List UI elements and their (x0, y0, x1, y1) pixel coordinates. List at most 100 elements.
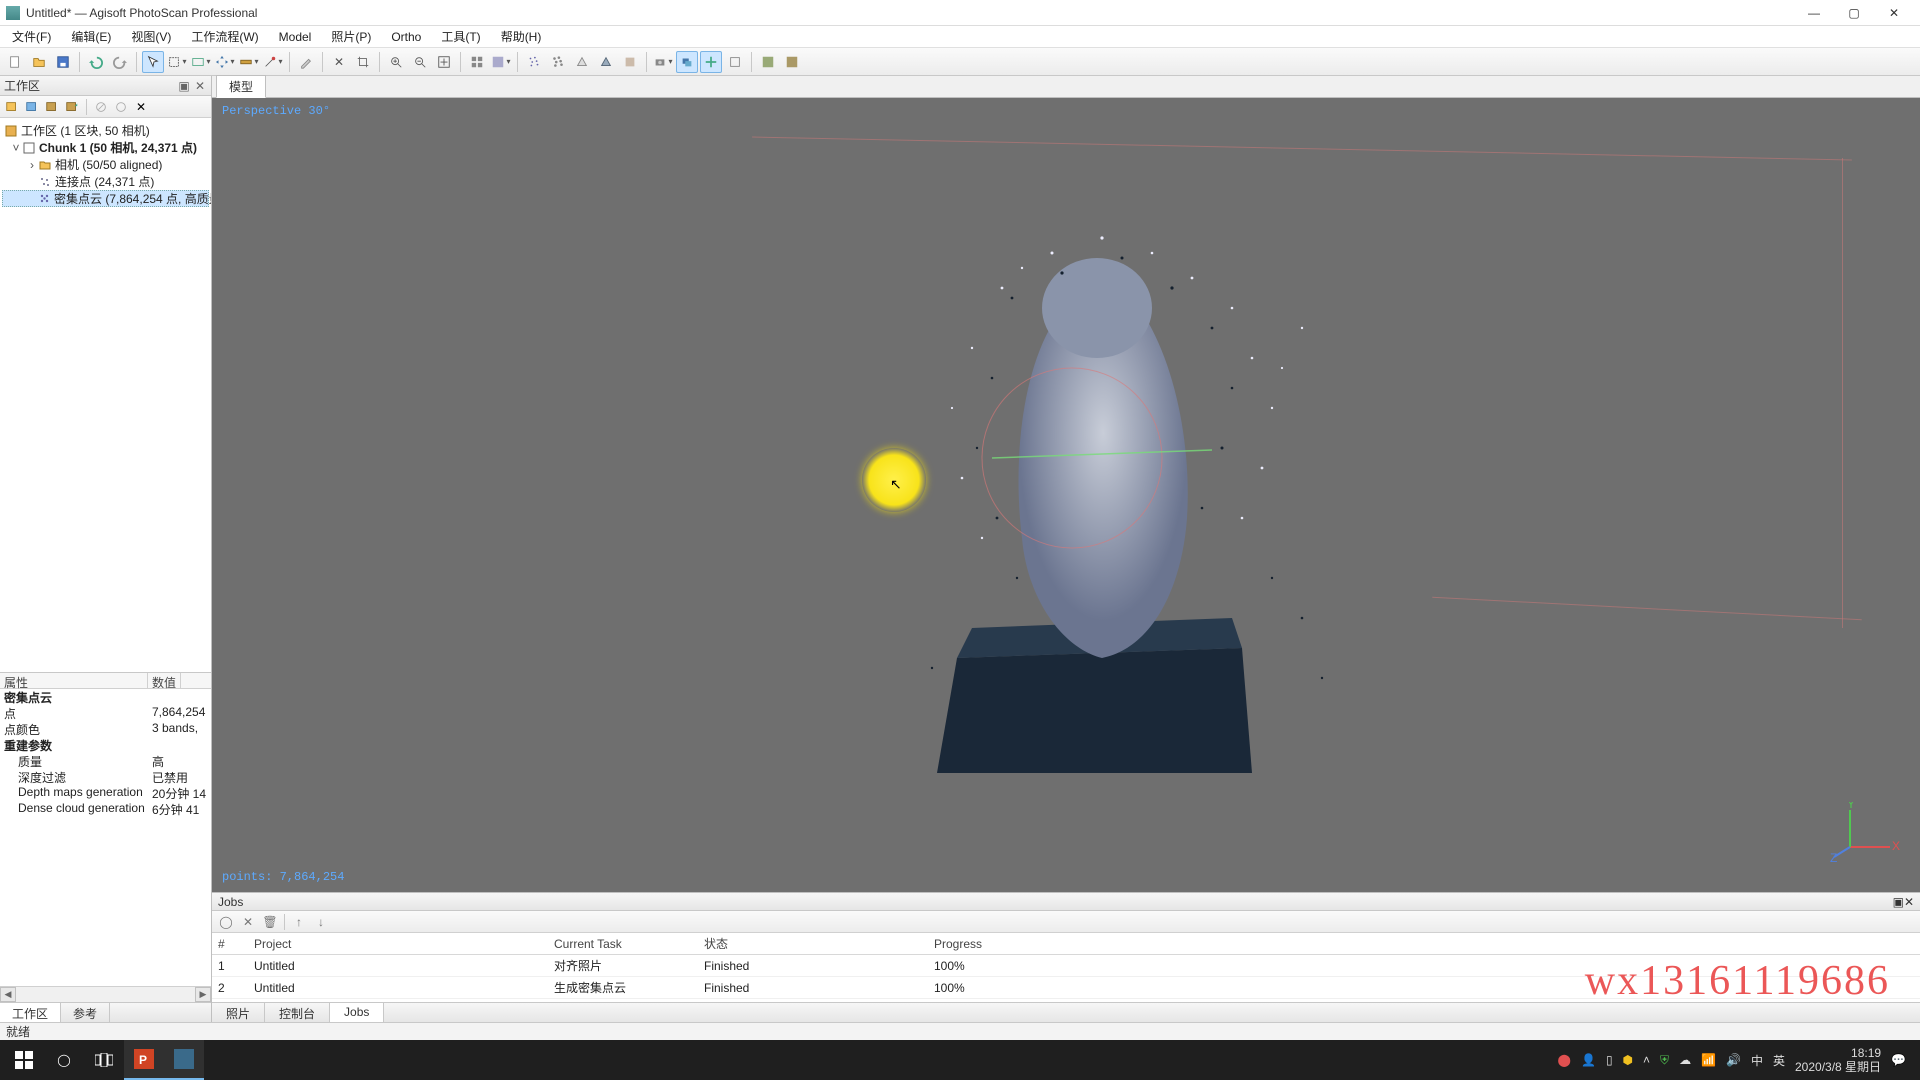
scroll-left-icon[interactable]: ◀ (0, 987, 16, 1002)
tree-chunk[interactable]: ˅ Chunk 1 (50 相机, 24,371 点) (2, 139, 209, 156)
ws-add-chunk-icon[interactable] (4, 99, 20, 115)
jobs-clear-icon[interactable]: 🗑 (262, 914, 278, 930)
menu-ortho[interactable]: Ortho (383, 28, 429, 46)
tree-root[interactable]: 工作区 (1 区块, 50 相机) (2, 122, 209, 139)
view-pointcloud-icon[interactable] (523, 51, 545, 73)
jobs-down-icon[interactable]: ↓ (313, 914, 329, 930)
menu-model[interactable]: Model (271, 28, 320, 46)
jobs-close-icon[interactable]: ✕ (1904, 895, 1914, 909)
jobs-float-icon[interactable]: ▣ (1893, 895, 1904, 909)
show-markers-icon[interactable] (700, 51, 722, 73)
marker-icon[interactable] (262, 51, 284, 73)
window-title: Untitled* — Agisoft PhotoScan Profession… (26, 6, 1794, 20)
menu-tools[interactable]: 工具(T) (433, 26, 488, 47)
workspace-toolbar: ✕ (0, 96, 211, 118)
ws-enable-icon[interactable] (44, 99, 60, 115)
props-scrollbar[interactable]: ◀ ▶ (0, 986, 211, 1002)
close-button[interactable]: ✕ (1874, 0, 1914, 26)
tab-jobs[interactable]: Jobs (330, 1003, 384, 1022)
expand-icon[interactable]: › (26, 158, 38, 172)
zoom-in-icon[interactable] (385, 51, 407, 73)
delete-icon[interactable]: ✕ (328, 51, 350, 73)
ortho-icon[interactable] (757, 51, 779, 73)
jobs-stop-icon[interactable]: ✕ (240, 914, 256, 930)
cortana-icon[interactable]: ◯ (44, 1040, 84, 1080)
tray-clock[interactable]: 18:19 2020/3/8 星期日 (1795, 1046, 1881, 1074)
workspace-tree[interactable]: 工作区 (1 区块, 50 相机) ˅ Chunk 1 (50 相机, 24,3… (0, 118, 211, 672)
tray-ime-zh[interactable]: 中 (1751, 1052, 1763, 1069)
ws-refresh-icon[interactable] (113, 99, 129, 115)
tab-console[interactable]: 控制台 (265, 1003, 330, 1022)
menu-help[interactable]: 帮助(H) (493, 26, 550, 47)
tray-people-icon[interactable]: 👤 (1581, 1053, 1596, 1067)
menu-view[interactable]: 视图(V) (123, 26, 179, 47)
tab-workspace[interactable]: 工作区 (0, 1003, 61, 1022)
ws-export-icon[interactable] (64, 99, 80, 115)
region-icon[interactable] (190, 51, 212, 73)
zoom-out-icon[interactable] (409, 51, 431, 73)
tree-tiepoints[interactable]: 连接点 (24,371 点) (2, 173, 209, 190)
menu-workflow[interactable]: 工作流程(W) (183, 26, 266, 47)
edit-icon[interactable] (295, 51, 317, 73)
rect-select-icon[interactable] (166, 51, 188, 73)
view-mode-icon[interactable] (490, 51, 512, 73)
view-shaded-icon[interactable] (595, 51, 617, 73)
taskbar-photoscan[interactable] (164, 1040, 204, 1080)
tray-battery-icon[interactable]: ▯ (1606, 1053, 1613, 1067)
ws-disable-icon[interactable] (93, 99, 109, 115)
menu-file[interactable]: 文件(F) (4, 26, 59, 47)
cameras-icon[interactable] (652, 51, 674, 73)
viewport[interactable]: Perspective 30° points: 7,864,254 (212, 98, 1920, 892)
jobs-table[interactable]: # Project Current Task 状态 Progress 1Unti… (212, 933, 1920, 1002)
tab-model[interactable]: 模型 (216, 75, 266, 98)
ws-remove-icon[interactable]: ✕ (133, 99, 149, 115)
transform-icon[interactable] (214, 51, 236, 73)
tab-reference[interactable]: 参考 (61, 1003, 110, 1022)
ruler-icon[interactable] (238, 51, 260, 73)
open-icon[interactable] (28, 51, 50, 73)
start-button[interactable] (4, 1040, 44, 1080)
tray-defender-icon[interactable]: ⛨ (1660, 1053, 1669, 1068)
table-row[interactable]: 1Untitled对齐照片Finished100% (212, 955, 1920, 977)
menu-edit[interactable]: 编辑(E) (63, 26, 119, 47)
tray-volume-icon[interactable]: 🔊 (1726, 1053, 1741, 1067)
dem-icon[interactable] (781, 51, 803, 73)
system-tray[interactable]: ⬤ 👤 ▯ ⬢ ˄ ⛨ ☁ 📶 🔊 中 英 18:19 2020/3/8 星期日… (1548, 1046, 1916, 1074)
save-icon[interactable] (52, 51, 74, 73)
tray-onedrive-icon[interactable]: ☁ (1679, 1053, 1691, 1067)
panel-close-icon[interactable]: ✕ (193, 79, 207, 93)
expand-icon[interactable]: ˅ (10, 141, 22, 155)
tray-notifications-icon[interactable]: 💬 (1891, 1053, 1906, 1067)
new-icon[interactable] (4, 51, 26, 73)
tray-chevron-up-icon[interactable]: ˄ (1643, 1053, 1650, 1067)
show-cameras-icon[interactable] (676, 51, 698, 73)
navigate-icon[interactable] (142, 51, 164, 73)
redo-icon[interactable] (109, 51, 131, 73)
minimize-button[interactable]: — (1794, 0, 1834, 26)
taskbar-powerpoint[interactable]: P (124, 1040, 164, 1080)
jobs-up-icon[interactable]: ↑ (291, 914, 307, 930)
undo-icon[interactable] (85, 51, 107, 73)
menu-photo[interactable]: 照片(P) (323, 26, 379, 47)
ws-add-photos-icon[interactable] (24, 99, 40, 115)
taskview-icon[interactable] (84, 1040, 124, 1080)
panel-float-icon[interactable]: ▣ (177, 79, 191, 93)
scroll-right-icon[interactable]: ▶ (195, 987, 211, 1002)
table-row[interactable]: 2Untitled生成密集点云Finished100% (212, 977, 1920, 999)
jobs-pause-icon[interactable]: ◯ (218, 914, 234, 930)
tree-dense-cloud[interactable]: 密集点云 (7,864,254 点, 高质量) (2, 190, 209, 207)
show-region-icon[interactable] (724, 51, 746, 73)
tab-photos[interactable]: 照片 (212, 1003, 265, 1022)
tray-network-icon[interactable]: 📶 (1701, 1053, 1716, 1067)
tray-record-icon[interactable]: ⬤ (1558, 1053, 1571, 1067)
view-texture-icon[interactable] (619, 51, 641, 73)
view-dense-icon[interactable] (547, 51, 569, 73)
zoom-fit-icon[interactable] (433, 51, 455, 73)
tray-shield-icon[interactable]: ⬢ (1623, 1053, 1633, 1067)
view-mesh-icon[interactable] (571, 51, 593, 73)
tray-ime-en[interactable]: 英 (1773, 1052, 1785, 1069)
crop-icon[interactable] (352, 51, 374, 73)
tree-cameras[interactable]: › 相机 (50/50 aligned) (2, 156, 209, 173)
view-grid-icon[interactable] (466, 51, 488, 73)
maximize-button[interactable]: ▢ (1834, 0, 1874, 26)
